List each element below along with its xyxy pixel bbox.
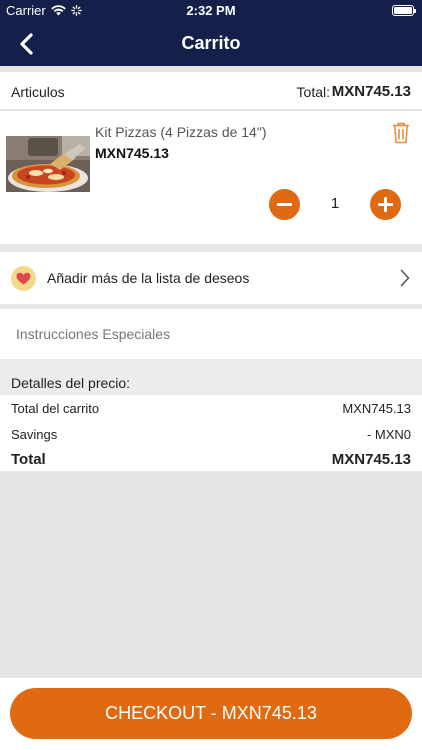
header-total-label: Total: [296,84,330,100]
price-details-header: Detalles del precio: [0,359,422,395]
page-title: Carrito [181,33,241,53]
battery-icon [392,5,416,16]
pizza-photo [6,136,90,192]
chevron-right-icon [400,269,410,287]
item-name[interactable]: Kit Pizzas (4 Pizzas de 14") [95,124,266,140]
trash-icon[interactable] [392,122,410,144]
cart-item: Kit Pizzas (4 Pizzas de 14") MXN745.13 1 [0,111,422,244]
decrease-quantity-button[interactable] [269,189,300,220]
status-time: 2:32 PM [186,3,236,18]
price-row-label: Total [11,451,46,468]
wishlist-label: Añadir más de la lista de deseos [47,270,250,286]
status-bar: Carrier 2:32 PM [0,0,422,22]
special-instructions-field[interactable] [0,309,422,359]
checkout-bar: CHECKOUT - MXN745.13 [0,678,422,750]
items-header: Articulos Total: MXN745.13 [0,72,422,110]
special-instructions-input[interactable] [0,309,422,359]
price-row-label: Total del carrito [11,401,100,416]
item-price: MXN745.13 [95,145,169,161]
nav-bar: Carrito [0,22,422,66]
increase-quantity-button[interactable] [370,189,401,220]
price-row-value: MXN745.13 [342,401,411,416]
add-from-wishlist-row[interactable]: Añadir más de la lista de deseos [0,252,422,304]
divider [0,244,422,252]
price-row-label: Savings [11,427,58,442]
price-details: Detalles del precio: Total del carrito M… [0,359,422,471]
header-total-value: MXN745.13 [331,83,411,100]
heart-icon [11,266,36,291]
price-details-title: Detalles del precio: [11,375,131,391]
quantity-value: 1 [330,195,340,212]
price-row-value: MXN745.13 [331,451,411,468]
item-image [6,136,90,192]
price-row-value: - MXN0 [366,427,411,442]
checkout-button[interactable]: CHECKOUT - MXN745.13 [10,688,412,739]
items-label: Articulos [11,84,65,100]
